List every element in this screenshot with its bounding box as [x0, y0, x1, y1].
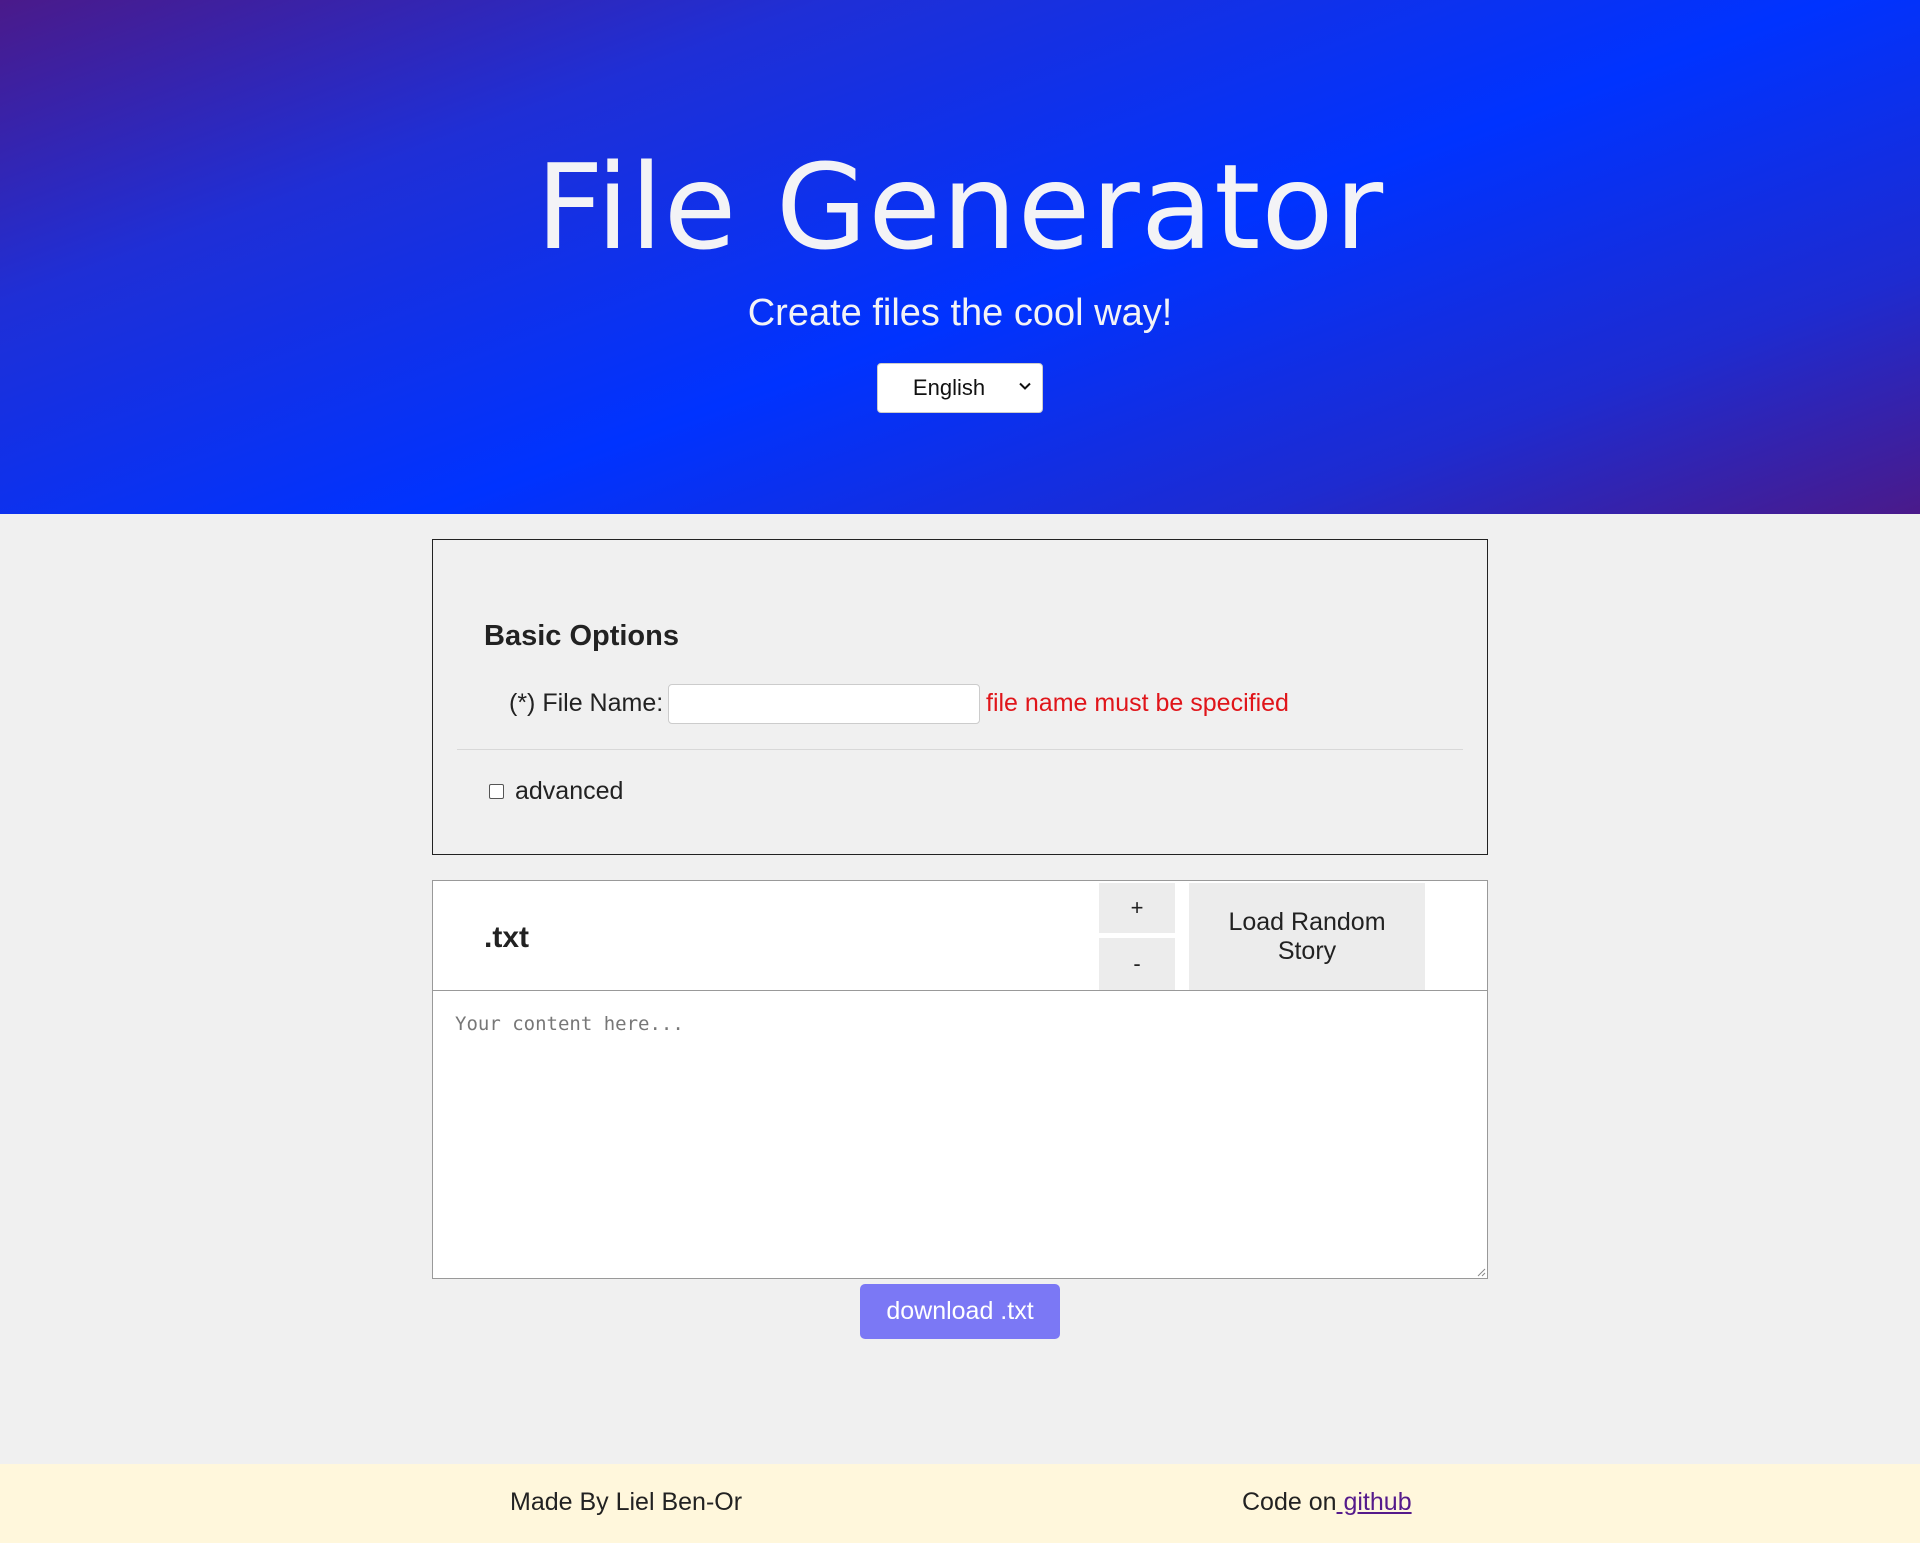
file-name-input[interactable] — [668, 684, 980, 724]
language-selected-value: English — [912, 375, 986, 400]
language-select[interactable]: English — [877, 363, 1043, 413]
footer-code: Code on github — [1242, 1488, 1412, 1517]
file-name-error: file name must be specified — [986, 689, 1289, 717]
page-footer: Made By Liel Ben-Or Code on github — [0, 1464, 1920, 1543]
decrease-font-button[interactable]: - — [1099, 938, 1175, 990]
github-link[interactable]: github — [1337, 1488, 1411, 1516]
file-name-label: (*) File Name: — [509, 689, 664, 717]
file-extension-title: .txt — [484, 921, 529, 954]
load-random-story-button[interactable]: Load Random Story — [1189, 883, 1425, 990]
advanced-label[interactable]: advanced — [515, 777, 623, 806]
basic-options-panel: Basic Options (*) File Name: file name m… — [432, 539, 1488, 855]
basic-options-title: Basic Options — [484, 620, 679, 652]
chevron-down-icon — [1019, 382, 1031, 390]
options-divider — [457, 749, 1463, 750]
hero-banner: File Generator Create files the cool way… — [0, 0, 1920, 514]
resize-grip-icon[interactable] — [1476, 1267, 1486, 1277]
content-textarea[interactable] — [432, 990, 1488, 1279]
footer-credit: Made By Liel Ben-Or — [510, 1488, 743, 1516]
advanced-checkbox[interactable] — [489, 784, 504, 799]
page-title: File Generator — [535, 138, 1385, 276]
download-button[interactable]: download .txt — [860, 1284, 1060, 1339]
increase-font-button[interactable]: + — [1099, 883, 1175, 933]
editor-header: .txt + - Load Random Story — [432, 880, 1488, 990]
footer-code-prefix: Code on — [1242, 1488, 1337, 1516]
page-subtitle: Create files the cool way! — [747, 292, 1173, 334]
